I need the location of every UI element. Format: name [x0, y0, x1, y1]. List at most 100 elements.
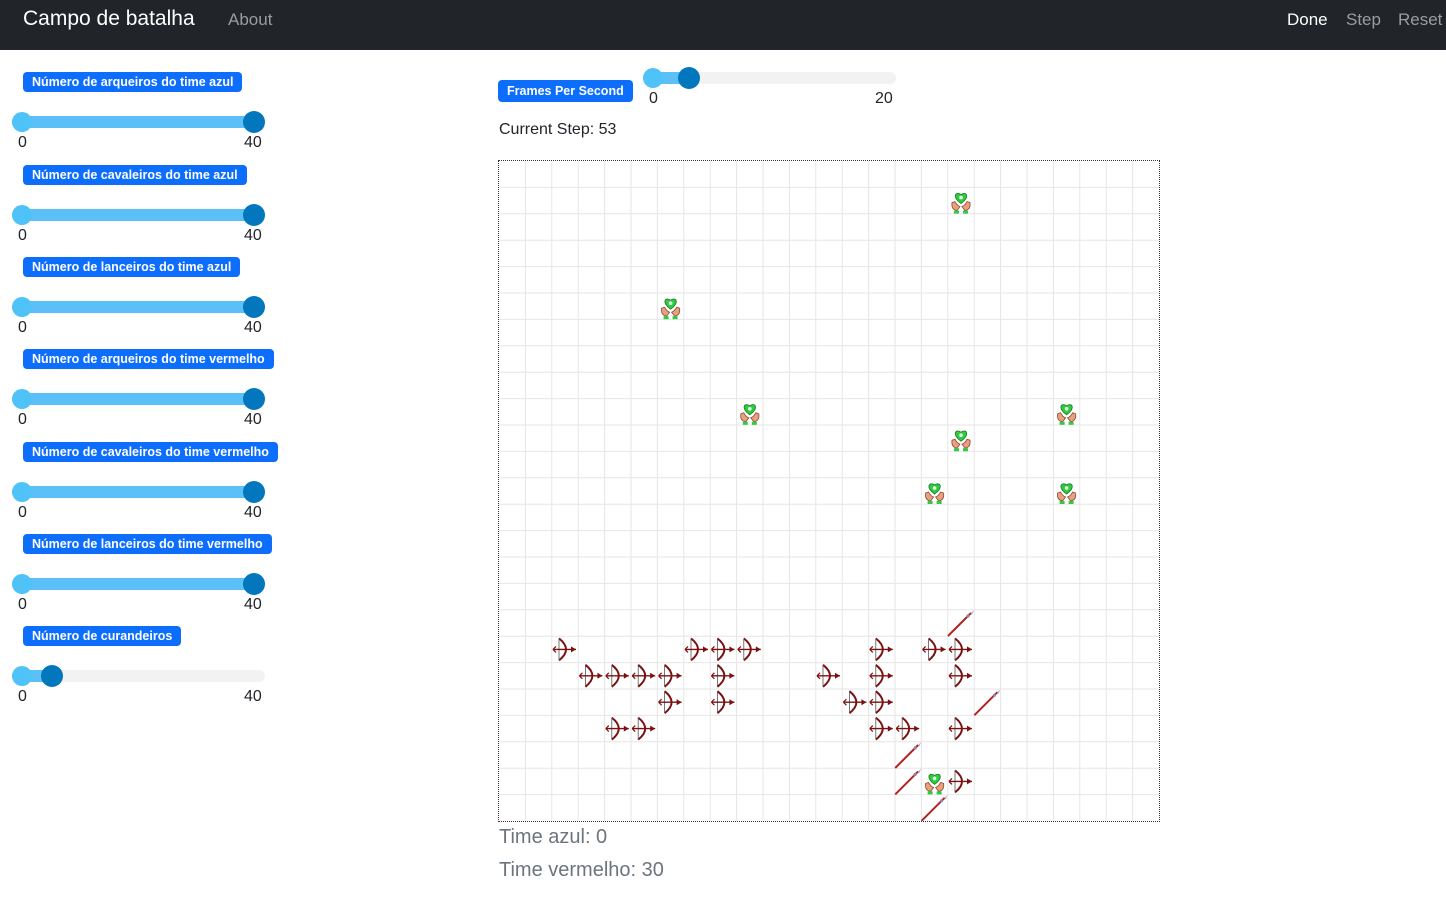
healer-icon — [1056, 483, 1077, 505]
red-archer-icon — [710, 663, 736, 688]
fps-label: Frames Per Second — [498, 80, 633, 102]
param-label-red-archers: Número de arqueiros do time vermelho — [23, 349, 274, 369]
slider-red-lancers[interactable]: 0 40 — [12, 573, 265, 613]
red-lancer-icon — [973, 688, 1002, 717]
step-button[interactable]: Step — [1346, 10, 1381, 30]
healer-icon — [1056, 404, 1077, 426]
red-archer-icon — [948, 716, 973, 741]
red-archer-icon — [552, 637, 577, 662]
slider-start-handle — [12, 482, 32, 502]
slider-thumb[interactable] — [40, 665, 63, 687]
slider-start-handle — [12, 389, 32, 409]
red-archer-icon — [868, 716, 894, 741]
red-lancer-icon — [920, 793, 949, 822]
red-archer-icon — [710, 637, 736, 662]
slider-max-label: 40 — [244, 134, 262, 151]
slider-fill — [12, 393, 258, 405]
slider-healers[interactable]: 0 40 — [12, 665, 265, 705]
param-label-red-knights: Número de cavaleiros do time vermelho — [23, 442, 278, 462]
done-button[interactable]: Done — [1287, 10, 1328, 30]
reset-button[interactable]: Reset — [1398, 10, 1442, 30]
slider-min-label: 0 — [649, 90, 658, 107]
top-navbar: Campo de batalha About Done Step Reset — [0, 0, 1446, 50]
red-archer-icon — [736, 637, 762, 662]
slider-fill — [12, 486, 258, 498]
blue-team-score: Time azul: 0 — [499, 826, 608, 848]
healer-icon — [740, 404, 760, 426]
red-archer-icon — [657, 663, 683, 688]
slider-thumb[interactable] — [677, 67, 700, 89]
param-label-healers: Número de curandeiros — [23, 626, 182, 646]
slider-min-label: 0 — [18, 319, 27, 336]
healer-icon — [924, 483, 945, 505]
red-archer-icon — [921, 637, 947, 662]
slider-min-label: 0 — [18, 134, 27, 151]
param-label-blue-archers: Número de arqueiros do time azul — [23, 72, 243, 92]
param-label-blue-lancers: Número de lanceiros do time azul — [23, 257, 241, 277]
grid-lines — [499, 161, 1159, 821]
fps-slider[interactable]: 0 20 — [643, 67, 896, 107]
slider-max-label: 20 — [875, 90, 893, 107]
slider-thumb[interactable] — [243, 573, 265, 595]
param-label-red-lancers: Número de lanceiros do time vermelho — [23, 534, 272, 554]
slider-thumb[interactable] — [243, 111, 265, 133]
red-lancer-icon — [894, 741, 923, 769]
slider-max-label: 40 — [244, 504, 262, 521]
slider-blue-knights[interactable]: 0 40 — [12, 204, 265, 244]
grid-canvas — [499, 161, 1159, 822]
slider-fill — [12, 301, 258, 313]
slider-start-handle — [12, 205, 32, 225]
slider-red-knights[interactable]: 0 40 — [12, 481, 265, 521]
about-link[interactable]: About — [228, 10, 272, 30]
slider-min-label: 0 — [18, 227, 27, 244]
slider-fill — [12, 209, 258, 221]
healer-icon — [951, 192, 971, 215]
slider-thumb[interactable] — [243, 204, 265, 226]
red-archer-icon — [657, 690, 683, 715]
red-archer-icon — [842, 690, 868, 715]
red-archer-icon — [816, 663, 841, 688]
slider-start-handle — [12, 666, 32, 686]
red-archer-icon — [710, 690, 736, 715]
red-archer-icon — [948, 637, 973, 662]
slider-start-handle — [12, 297, 32, 317]
slider-max-label: 40 — [244, 411, 262, 428]
slider-min-label: 0 — [18, 688, 27, 705]
app-title[interactable]: Campo de batalha — [23, 7, 195, 31]
slider-max-label: 40 — [244, 596, 262, 613]
battle-grid — [498, 160, 1160, 822]
param-label-blue-knights: Número de cavaleiros do time azul — [23, 165, 247, 185]
slider-max-label: 40 — [244, 227, 262, 244]
slider-start-handle — [12, 112, 32, 132]
healer-icon — [924, 773, 945, 795]
red-archer-icon — [868, 690, 894, 715]
slider-thumb[interactable] — [243, 296, 265, 318]
slider-thumb[interactable] — [243, 388, 265, 410]
slider-fill — [12, 578, 258, 590]
red-archer-icon — [948, 769, 973, 794]
slider-red-archers[interactable]: 0 40 — [12, 388, 265, 428]
slider-thumb[interactable] — [243, 481, 265, 503]
slider-blue-archers[interactable]: 0 40 — [12, 111, 265, 151]
slider-start-handle — [643, 68, 663, 88]
red-lancer-icon — [947, 609, 975, 637]
red-archer-icon — [604, 716, 630, 741]
current-step-text: Current Step: 53 — [499, 121, 617, 138]
healer-icon — [660, 298, 681, 320]
slider-min-label: 0 — [18, 504, 27, 521]
slider-max-label: 40 — [244, 688, 262, 705]
red-archer-icon — [684, 637, 709, 662]
slider-min-label: 0 — [18, 411, 27, 428]
slider-start-handle — [12, 574, 32, 594]
red-team-score: Time vermelho: 30 — [499, 859, 664, 881]
red-archer-icon — [868, 663, 894, 688]
slider-max-label: 40 — [244, 319, 262, 336]
slider-min-label: 0 — [18, 596, 27, 613]
red-archer-icon — [868, 637, 894, 662]
slider-fill — [12, 116, 258, 128]
red-archer-icon — [948, 663, 973, 688]
red-archer-icon — [895, 716, 921, 741]
red-lancer-icon — [894, 767, 923, 796]
red-archer-icon — [578, 663, 604, 688]
slider-blue-lancers[interactable]: 0 40 — [12, 296, 265, 336]
